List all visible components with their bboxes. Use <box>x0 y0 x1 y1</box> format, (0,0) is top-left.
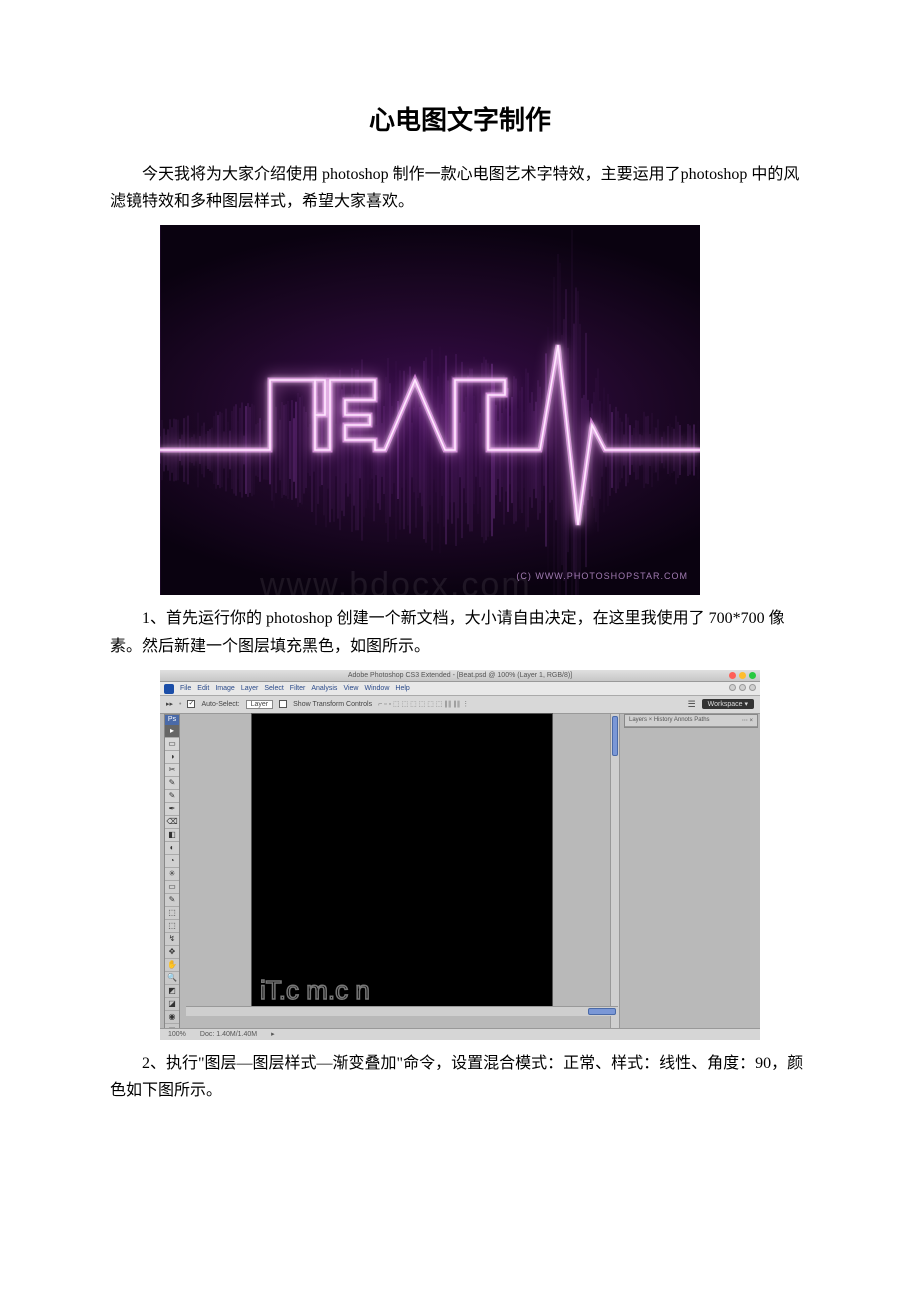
horizontal-scrollbar[interactable] <box>186 1006 618 1016</box>
menu-help[interactable]: Help <box>395 685 409 692</box>
menu-window[interactable]: Window <box>364 685 389 692</box>
menu-layer[interactable]: Layer <box>241 685 259 692</box>
menu-image[interactable]: Image <box>215 685 234 692</box>
ps-tools-panel[interactable]: Ps ▸▭◑✂✎✎✒⌫◧◐◔✳▭✎⬚⬚↯✥✋🔍◩◪◉□ <box>164 714 180 1038</box>
tool-button[interactable]: ↯ <box>165 933 179 946</box>
menu-select[interactable]: Select <box>264 685 283 692</box>
tool-button[interactable]: ✂ <box>165 764 179 777</box>
ps-window-title: Adobe Photoshop CS3 Extended - [Beat.psd… <box>348 672 572 679</box>
tool-button[interactable]: ⌫ <box>165 816 179 829</box>
tool-button[interactable]: ◪ <box>165 998 179 1011</box>
status-zoom[interactable]: 100% <box>168 1031 186 1038</box>
vertical-scrollbar[interactable] <box>610 714 620 1028</box>
minimize-icon[interactable] <box>739 672 746 679</box>
tool-button[interactable]: ▸ <box>165 725 179 738</box>
status-doc-size: Doc: 1.40M/1.40M <box>200 1031 257 1038</box>
align-distribute-icons[interactable]: ⌐ ▫ ▫ ⬚ ⬚ ⬚ ⬚ ⬚ ⬚ ∥∥ ∥∥ ⋮ <box>378 700 469 708</box>
tool-button[interactable]: ◩ <box>165 985 179 998</box>
layers-panel[interactable]: Layers × History Annots Paths ⋯ × <box>624 714 758 728</box>
ps-options-bar[interactable]: ▸▸ • Auto-Select: Layer Show Transform C… <box>160 696 760 714</box>
dot-icon[interactable] <box>729 684 736 691</box>
tool-button[interactable]: ✳ <box>165 868 179 881</box>
beat-effect-figure: (C) WWW.PHOTOSHOPSTAR.COM www.bdocx.com <box>160 225 700 595</box>
beat-glow-svg <box>160 225 700 595</box>
ps-tools-header: Ps <box>165 715 179 725</box>
ps-document-canvas[interactable]: iT.c m.c n <box>252 714 552 1014</box>
tool-button[interactable]: ◑ <box>165 751 179 764</box>
tool-button[interactable]: ◐ <box>165 842 179 855</box>
auto-select-dropdown[interactable]: Layer <box>246 700 274 709</box>
window-controls[interactable] <box>729 672 756 679</box>
menu-filter[interactable]: Filter <box>290 685 306 692</box>
tool-button[interactable]: ✎ <box>165 790 179 803</box>
tool-button[interactable]: ◔ <box>165 855 179 868</box>
show-transform-checkbox[interactable] <box>279 700 287 708</box>
ps-side-panels[interactable]: Layers × History Annots Paths ⋯ × <box>624 714 758 728</box>
tool-button[interactable]: ◉ <box>165 1011 179 1024</box>
screen-mode-icon[interactable]: ☰ <box>688 699 696 710</box>
tool-button[interactable]: ✎ <box>165 894 179 907</box>
status-arrow-icon[interactable]: ▸ <box>271 1030 275 1038</box>
close-icon[interactable] <box>729 672 736 679</box>
scrollbar-thumb[interactable] <box>612 716 618 756</box>
tool-button[interactable]: ✥ <box>165 946 179 959</box>
dot-icon[interactable] <box>739 684 746 691</box>
tool-button[interactable]: ◧ <box>165 829 179 842</box>
tool-button[interactable]: ▭ <box>165 881 179 894</box>
step-1-paragraph: 1、首先运行你的 photoshop 创建一个新文档，大小请自由决定，在这里我使… <box>110 605 810 659</box>
canvas-watermark-logo: iT.c m.c n <box>260 975 370 1006</box>
dot-icon[interactable] <box>749 684 756 691</box>
menu-view[interactable]: View <box>343 685 358 692</box>
move-tool-icon: ▸▸ <box>166 700 173 708</box>
tool-button[interactable]: 🔍 <box>165 972 179 985</box>
tool-button[interactable]: ✋ <box>165 959 179 972</box>
show-transform-label: Show Transform Controls <box>293 701 372 708</box>
ps-status-bar: 100% Doc: 1.40M/1.40M ▸ <box>160 1028 760 1040</box>
page-title: 心电图文字制作 <box>110 100 810 137</box>
ps-menubar[interactable]: File Edit Image Layer Select Filter Anal… <box>160 682 760 696</box>
workspace-dropdown[interactable]: Workspace ▾ <box>702 699 754 709</box>
tool-button[interactable]: ⬚ <box>165 907 179 920</box>
panel-tabs[interactable]: Layers × History Annots Paths <box>629 717 710 723</box>
tool-button[interactable]: ✒ <box>165 803 179 816</box>
intro-paragraph: 今天我将为大家介绍使用 photoshop 制作一款心电图艺术字特效，主要运用了… <box>110 161 810 215</box>
figure-copyright: (C) WWW.PHOTOSHOPSTAR.COM <box>516 571 688 581</box>
doc-window-controls[interactable] <box>729 684 756 691</box>
auto-select-label: Auto-Select: <box>201 701 239 708</box>
figure-watermark: www.bdocx.com <box>260 566 532 595</box>
step-2-paragraph: 2、执行"图层—图层样式—渐变叠加"命令，设置混合模式：正常、样式：线性、角度：… <box>110 1050 810 1104</box>
zoom-icon[interactable] <box>749 672 756 679</box>
panel-menu-icon[interactable]: ⋯ × <box>742 717 753 724</box>
menu-file[interactable]: File <box>180 685 191 692</box>
auto-select-checkbox[interactable] <box>187 700 195 708</box>
menu-analysis[interactable]: Analysis <box>311 685 337 692</box>
ps-canvas-area[interactable]: iT.c m.c n <box>186 714 618 1028</box>
menu-edit[interactable]: Edit <box>197 685 209 692</box>
scrollbar-thumb[interactable] <box>588 1008 616 1015</box>
photoshop-ui-figure: Adobe Photoshop CS3 Extended - [Beat.psd… <box>160 670 760 1040</box>
ps-titlebar: Adobe Photoshop CS3 Extended - [Beat.psd… <box>160 670 760 682</box>
ps-logo-icon <box>164 684 174 694</box>
tool-button[interactable]: ✎ <box>165 777 179 790</box>
tool-button[interactable]: ⬚ <box>165 920 179 933</box>
tool-button[interactable]: ▭ <box>165 738 179 751</box>
